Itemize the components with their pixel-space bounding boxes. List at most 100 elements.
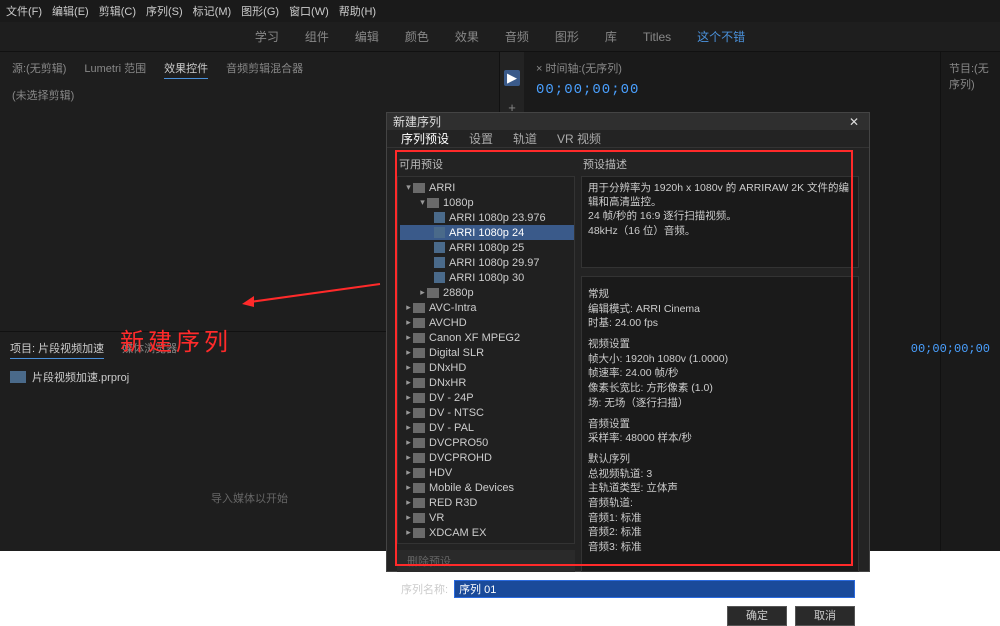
source-tab-3[interactable]: 音频剪辑混合器 — [226, 60, 303, 79]
preset-folder[interactable]: ▸DNxHD — [400, 360, 574, 375]
sequence-name-input[interactable] — [454, 580, 855, 598]
workspace-tab-2[interactable]: 编辑 — [355, 28, 379, 45]
disclosure-icon[interactable]: ▸ — [404, 467, 413, 478]
disclosure-icon[interactable]: ▸ — [404, 392, 413, 403]
dialog-titlebar: 新建序列 ✕ — [387, 113, 869, 130]
workspace-tab-3[interactable]: 颜色 — [405, 28, 429, 45]
row-label: 1080p — [443, 197, 474, 209]
preset-folder[interactable]: ▸RED R3D — [400, 495, 574, 510]
menu-clip[interactable]: 剪辑(C) — [99, 3, 136, 19]
preset-item[interactable]: ARRI 1080p 30 — [400, 270, 574, 285]
preset-folder[interactable]: ▸AVCHD — [400, 315, 574, 330]
workspace-tab-8[interactable]: Titles — [643, 30, 671, 44]
disclosure-icon[interactable]: ▸ — [404, 512, 413, 523]
dialog-tab-2[interactable]: 轨道 — [513, 130, 537, 147]
preset-folder[interactable]: ▸DVCPROHD — [400, 450, 574, 465]
preset-folder[interactable]: ▸XDCAM EX — [400, 525, 574, 540]
dialog-tab-3[interactable]: VR 视频 — [557, 130, 601, 147]
row-label: DV - 24P — [429, 392, 474, 404]
preset-folder[interactable]: ▸2880p — [400, 285, 574, 300]
preset-folder[interactable]: ▸ AVC-Intra — [400, 300, 574, 315]
source-tab-2[interactable]: 效果控件 — [164, 60, 208, 79]
preset-item[interactable]: ARRI 1080p 23.976 — [400, 210, 574, 225]
preset-item[interactable]: ARRI 1080p 24 — [400, 225, 574, 240]
workspace-tab-1[interactable]: 组件 — [305, 28, 329, 45]
source-tab-0[interactable]: 源:(无剪辑) — [12, 60, 66, 79]
disclosure-icon[interactable]: ▸ — [404, 377, 413, 388]
workspace-tab-5[interactable]: 音频 — [505, 28, 529, 45]
menu-window[interactable]: 窗口(W) — [289, 3, 329, 19]
disclosure-icon[interactable]: ▸ — [404, 437, 413, 448]
folder-icon — [413, 393, 425, 403]
preset-icon — [434, 257, 445, 268]
workspace-tab-9[interactable]: 这个不错 — [697, 28, 745, 45]
disclosure-icon[interactable]: ▸ — [404, 332, 413, 343]
close-icon[interactable]: ✕ — [845, 115, 863, 129]
row-label: DNxHR — [429, 377, 466, 389]
ok-button[interactable]: 确定 — [727, 606, 787, 626]
preset-folder[interactable]: ▸ DV - 24P — [400, 390, 574, 405]
preset-folder[interactable]: ▾ 1080p — [400, 195, 574, 210]
preset-folder[interactable]: ▸DV - NTSC — [400, 405, 574, 420]
project-tab-0[interactable]: 项目: 片段视频加速 — [10, 340, 104, 359]
preset-folder[interactable]: ▸HDV — [400, 465, 574, 480]
row-label: Digital SLR — [429, 347, 484, 359]
preset-folder[interactable]: ▸Mobile & Devices — [400, 480, 574, 495]
dialog-title: 新建序列 — [393, 113, 441, 130]
preset-folder[interactable]: ▸VR — [400, 510, 574, 525]
folder-icon — [413, 528, 425, 538]
disclosure-icon[interactable]: ▸ — [404, 302, 413, 313]
disclosure-icon[interactable]: ▸ — [404, 407, 413, 418]
new-sequence-dialog: 新建序列 ✕ 序列预设设置轨道VR 视频 可用预设 ▾ARRI▾1080pARR… — [386, 112, 870, 572]
row-label: ARRI 1080p 30 — [449, 272, 524, 284]
preset-icon — [434, 227, 445, 238]
preset-item[interactable]: ARRI 1080p 25 — [400, 240, 574, 255]
preset-item[interactable]: ARRI 1080p 29.97 — [400, 255, 574, 270]
workspace-tab-6[interactable]: 图形 — [555, 28, 579, 45]
tool-button-0[interactable]: ▶ — [504, 70, 520, 86]
preset-folder[interactable]: ▸Canon XF MPEG2 — [400, 330, 574, 345]
disclosure-icon[interactable]: ▾ — [418, 197, 427, 208]
menu-graphics[interactable]: 图形(G) — [241, 3, 279, 19]
preset-folder[interactable]: ▸ Digital SLR — [400, 345, 574, 360]
menu-marker[interactable]: 标记(M) — [193, 3, 232, 19]
workspace-tab-0[interactable]: 学习 — [255, 28, 279, 45]
disclosure-icon[interactable]: ▸ — [404, 317, 413, 328]
workspace-tab-4[interactable]: 效果 — [455, 28, 479, 45]
source-tab-1[interactable]: Lumetri 范围 — [84, 60, 146, 79]
disclosure-icon[interactable]: ▸ — [404, 527, 413, 538]
folder-icon — [413, 483, 425, 493]
project-file-icon — [10, 371, 26, 383]
disclosure-icon[interactable]: ▸ — [418, 287, 427, 298]
disclosure-icon[interactable]: ▸ — [404, 362, 413, 373]
disclosure-icon[interactable]: ▸ — [404, 497, 413, 508]
preset-tree[interactable]: ▾ARRI▾1080pARRI 1080p 23.976ARRI 1080p 2… — [397, 176, 575, 544]
preset-desc-header: 预设描述 — [583, 156, 859, 172]
delete-preset-button[interactable]: 删除预设 — [397, 550, 575, 572]
disclosure-icon[interactable]: ▸ — [404, 482, 413, 493]
preset-icon — [434, 242, 445, 253]
folder-icon — [413, 513, 425, 523]
disclosure-icon[interactable]: ▸ — [404, 422, 413, 433]
project-file-name: 片段视频加速.prproj — [32, 369, 129, 385]
menu-help[interactable]: 帮助(H) — [339, 3, 376, 19]
row-label: AVC-Intra — [429, 302, 476, 314]
cancel-button[interactable]: 取消 — [795, 606, 855, 626]
dialog-tab-0[interactable]: 序列预设 — [401, 130, 449, 147]
menu-edit[interactable]: 编辑(E) — [52, 3, 89, 19]
menu-file[interactable]: 文件(F) — [6, 3, 42, 19]
menu-sequence[interactable]: 序列(S) — [146, 3, 183, 19]
workspace-tab-7[interactable]: 库 — [605, 28, 617, 45]
row-label: ARRI 1080p 25 — [449, 242, 524, 254]
preset-folder[interactable]: ▸DV - PAL — [400, 420, 574, 435]
preset-folder[interactable]: ▾ARRI — [400, 180, 574, 195]
preset-folder[interactable]: ▸ DNxHR — [400, 375, 574, 390]
disclosure-icon[interactable]: ▾ — [404, 182, 413, 193]
dialog-tab-1[interactable]: 设置 — [469, 130, 493, 147]
program-panel-tab[interactable]: 节目:(无序列) — [949, 60, 992, 92]
folder-icon — [413, 318, 425, 328]
disclosure-icon[interactable]: ▸ — [404, 452, 413, 463]
folder-icon — [427, 198, 439, 208]
preset-folder[interactable]: ▸DVCPRO50 — [400, 435, 574, 450]
disclosure-icon[interactable]: ▸ — [404, 347, 413, 358]
